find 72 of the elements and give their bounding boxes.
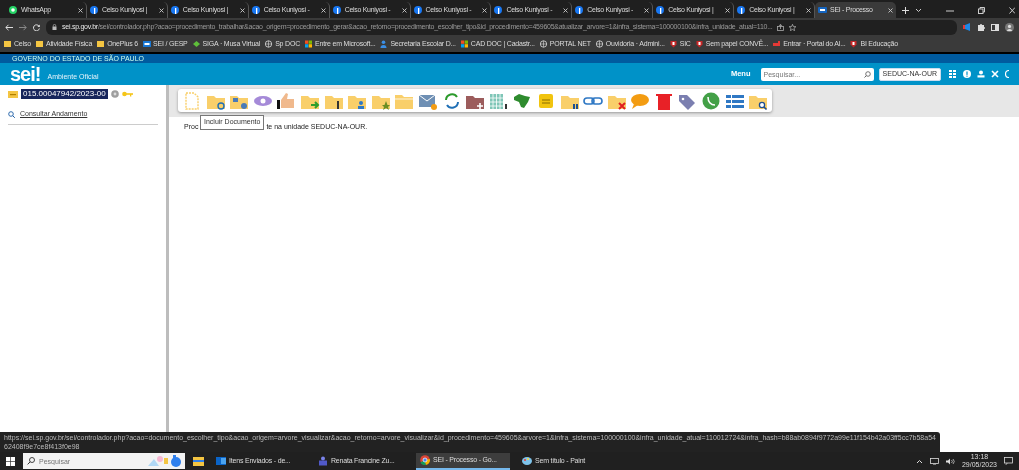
- search-icon: [8, 110, 15, 118]
- sei-logo[interactable]: sei!: [10, 64, 41, 84]
- thumbs-up-icon[interactable]: [276, 91, 297, 110]
- reload-icon[interactable]: [33, 23, 40, 31]
- facebook-icon: [494, 6, 504, 14]
- sei-logo-icon: [818, 6, 828, 14]
- people-icon: [318, 456, 328, 466]
- close-icon[interactable]: [482, 7, 488, 13]
- folder-icon: [97, 40, 106, 48]
- grid-icon[interactable]: [949, 70, 957, 78]
- shield-icon: [695, 40, 704, 48]
- chevron-up-icon[interactable]: [915, 458, 923, 464]
- globe-icon: [595, 40, 604, 48]
- chevron-down-icon[interactable]: [915, 8, 922, 13]
- close-icon[interactable]: [887, 7, 893, 13]
- search-icon: [27, 457, 35, 465]
- volume-icon[interactable]: [945, 457, 955, 465]
- circle-icon[interactable]: [110, 90, 119, 98]
- globe-icon: [539, 40, 548, 48]
- globe-icon: [265, 40, 274, 48]
- share-icon[interactable]: [777, 23, 785, 31]
- user-icon[interactable]: [977, 70, 985, 78]
- close-icon[interactable]: [563, 7, 569, 13]
- sei-logo-icon: [143, 40, 151, 48]
- building-icon[interactable]: [488, 91, 509, 110]
- star-icon[interactable]: [789, 23, 797, 31]
- shield-icon: [669, 40, 678, 48]
- chrome-icon: [420, 455, 430, 465]
- facebook-icon: [332, 6, 342, 14]
- facebook-icon: [413, 6, 423, 14]
- facebook-icon: [89, 6, 99, 14]
- close-icon[interactable]: [1009, 7, 1015, 14]
- sidebar-icon[interactable]: [991, 23, 999, 31]
- person-icon: [380, 40, 389, 48]
- close-icon[interactable]: [239, 7, 245, 13]
- palette-icon: [522, 456, 532, 466]
- forward-arrow-icon[interactable]: [19, 23, 27, 31]
- folder-icon[interactable]: [193, 456, 204, 466]
- windows-grid-icon: [460, 40, 469, 48]
- restore-icon[interactable]: [978, 7, 985, 14]
- minimize-icon[interactable]: [946, 9, 954, 12]
- notification-icon[interactable]: [1004, 457, 1013, 465]
- process-number[interactable]: 015.00047942/2023-00: [21, 89, 108, 99]
- facebook-icon: [251, 6, 261, 14]
- facebook-icon: [656, 6, 666, 14]
- new-tab-icon[interactable]: [901, 7, 909, 14]
- close-icon[interactable]: [806, 7, 812, 13]
- trash-icon[interactable]: [653, 91, 674, 110]
- facebook-icon: [737, 6, 747, 14]
- shield-icon: [850, 40, 859, 48]
- avatar-icon[interactable]: [1005, 22, 1014, 32]
- close-icon[interactable]: [644, 7, 650, 13]
- phone-icon[interactable]: [701, 91, 722, 110]
- search-icon[interactable]: [863, 70, 871, 78]
- lock-icon: [52, 24, 57, 30]
- back-arrow-icon[interactable]: [5, 23, 13, 31]
- close-icon[interactable]: [320, 7, 326, 13]
- address-bar[interactable]: [46, 19, 957, 35]
- network-icon[interactable]: [929, 457, 939, 465]
- folder-icon: [4, 40, 12, 48]
- folder-icon: [35, 40, 44, 48]
- close-icon[interactable]: [401, 7, 407, 13]
- close-icon[interactable]: [77, 7, 83, 13]
- facebook-icon: [170, 6, 180, 14]
- whatsapp-icon: [9, 6, 18, 14]
- info-icon[interactable]: [963, 70, 971, 78]
- close-icon[interactable]: [725, 7, 731, 13]
- map-icon[interactable]: [512, 91, 533, 110]
- close-icon[interactable]: [158, 7, 164, 13]
- facebook-icon: [575, 6, 585, 14]
- windows-start-icon[interactable]: [6, 456, 15, 466]
- windows-grid-icon: [305, 40, 313, 48]
